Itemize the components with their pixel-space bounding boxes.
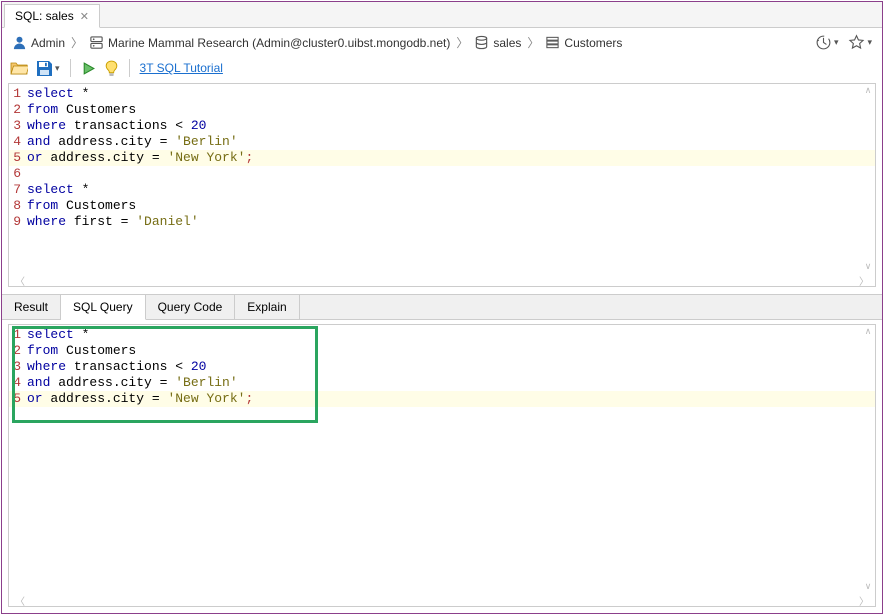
code-line[interactable]: 5or address.city = 'New York'; [9,150,875,166]
hint-icon[interactable] [104,60,119,77]
breadcrumb-connection-label: Marine Mammal Research (Admin@cluster0.u… [108,36,450,50]
line-number: 7 [9,182,25,198]
collection-icon [545,35,560,50]
line-number: 5 [9,150,25,166]
code-content: or address.city = 'New York'; [25,391,253,407]
line-number: 3 [9,359,25,375]
chevron-down-icon: ▾ [834,37,839,48]
code-line[interactable]: 7select * [9,182,875,198]
editor-pane: 1select *2from Customers3where transacti… [8,83,876,287]
code-line[interactable]: 4and address.city = 'Berlin' [9,375,875,391]
line-number: 6 [9,166,25,182]
code-line[interactable]: 3where transactions < 20 [9,359,875,375]
code-line[interactable]: 2from Customers [9,343,875,359]
code-content: from Customers [25,198,136,214]
open-icon[interactable] [10,60,28,76]
code-content: where transactions < 20 [25,359,206,375]
code-line[interactable]: 6 [9,166,875,182]
app-window: SQL: sales ✕ Admin 〉 Marine Mammal Resea… [1,1,883,614]
tab-sql-sales[interactable]: SQL: sales ✕ [4,4,100,28]
database-icon [474,35,489,50]
toolbar-separator [129,59,130,77]
code-line[interactable]: 1select * [9,86,875,102]
breadcrumb-database[interactable]: sales [474,35,521,50]
tab-label: SQL: sales [15,9,74,23]
code-content: where first = 'Daniel' [25,214,199,230]
code-content: select * [25,327,89,343]
line-number: 4 [9,134,25,150]
chevron-right-icon: 〉 [525,34,541,51]
chevron-down-icon: ▾ [867,37,872,48]
line-number: 2 [9,102,25,118]
breadcrumb-collection[interactable]: Customers [545,35,622,50]
breadcrumb-connection[interactable]: Marine Mammal Research (Admin@cluster0.u… [89,35,450,50]
code-line[interactable]: 2from Customers [9,102,875,118]
code-line[interactable]: 1select * [9,327,875,343]
chevron-down-icon: ▾ [55,63,60,74]
chevron-right-icon: 〉 [69,34,85,51]
code-content: where transactions < 20 [25,118,206,134]
code-line[interactable]: 9where first = 'Daniel' [9,214,875,230]
run-icon[interactable] [81,61,96,76]
code-content: and address.city = 'Berlin' [25,134,238,150]
result-tab-explain[interactable]: Explain [235,295,299,319]
right-actions: ▾ ▾ [815,34,872,51]
result-tab-sql-query[interactable]: SQL Query [61,295,146,320]
code-line[interactable]: 3where transactions < 20 [9,118,875,134]
code-line[interactable]: 8from Customers [9,198,875,214]
close-icon[interactable]: ✕ [80,10,89,23]
history-icon[interactable]: ▾ [815,34,839,51]
code-content: select * [25,182,89,198]
result-tab-result[interactable]: Result [2,295,61,319]
vertical-scrollbar[interactable]: ∧∨ [862,326,874,592]
horizontal-scrollbar[interactable]: 〈〉 [9,274,875,286]
tutorial-link[interactable]: 3T SQL Tutorial [140,61,223,75]
result-pane: 1select *2from Customers3where transacti… [8,324,876,607]
line-number: 3 [9,118,25,134]
breadcrumb-database-label: sales [493,36,521,50]
chevron-right-icon: 〉 [454,34,470,51]
result-sql-view[interactable]: 1select *2from Customers3where transacti… [9,325,875,594]
line-number: 9 [9,214,25,230]
server-icon [89,35,104,50]
code-line[interactable]: 5or address.city = 'New York'; [9,391,875,407]
line-number: 1 [9,86,25,102]
line-number: 4 [9,375,25,391]
code-content: from Customers [25,102,136,118]
code-line[interactable]: 4and address.city = 'Berlin' [9,134,875,150]
tab-bar: SQL: sales ✕ [2,2,882,28]
code-content: from Customers [25,343,136,359]
line-number: 1 [9,327,25,343]
vertical-scrollbar[interactable]: ∧∨ [862,85,874,272]
horizontal-scrollbar[interactable]: 〈〉 [9,594,875,606]
result-tab-query-code[interactable]: Query Code [146,295,236,319]
code-content: or address.city = 'New York'; [25,150,253,166]
code-content [25,166,27,182]
star-icon[interactable]: ▾ [848,34,872,51]
code-content: and address.city = 'Berlin' [25,375,238,391]
line-number: 2 [9,343,25,359]
breadcrumb-user[interactable]: Admin [12,35,65,50]
breadcrumb: Admin 〉 Marine Mammal Research (Admin@cl… [2,28,882,57]
breadcrumb-collection-label: Customers [564,36,622,50]
line-number: 5 [9,391,25,407]
line-number: 8 [9,198,25,214]
save-icon[interactable]: ▾ [36,60,60,77]
result-tabs: ResultSQL QueryQuery CodeExplain [2,294,882,320]
toolbar-separator [70,59,71,77]
user-icon [12,35,27,50]
sql-editor[interactable]: 1select *2from Customers3where transacti… [9,84,875,274]
toolbar: ▾ 3T SQL Tutorial [2,57,882,83]
code-content: select * [25,86,89,102]
breadcrumb-user-label: Admin [31,36,65,50]
